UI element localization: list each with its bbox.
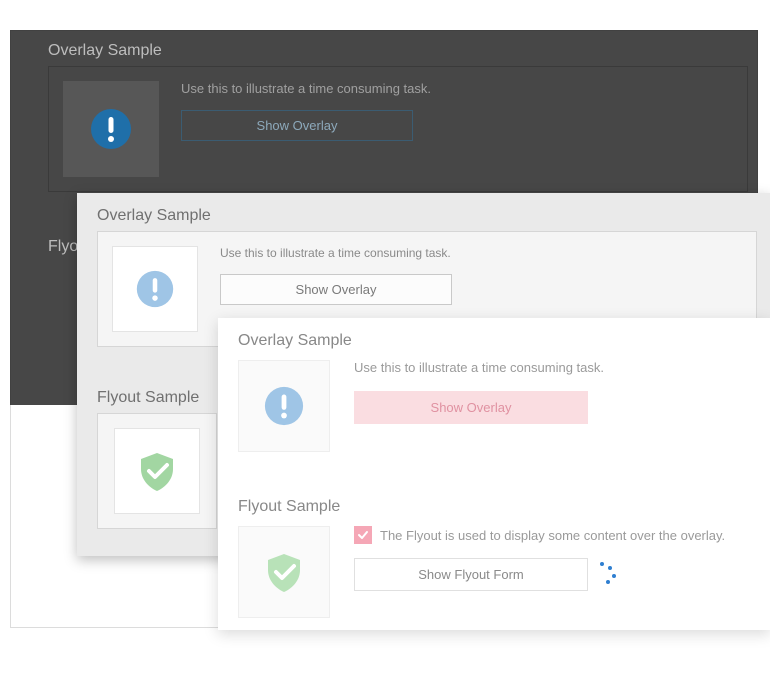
overlay-sample-title: Overlay Sample: [77, 193, 770, 225]
overlay-card-content: Use this to illustrate a time consuming …: [354, 360, 758, 452]
exclamation-thumb: [112, 246, 198, 332]
overlay-card-content: Use this to illustrate a time consuming …: [181, 81, 733, 177]
overlay-desc: Use this to illustrate a time consuming …: [220, 246, 742, 260]
flyout-checkbox-label: The Flyout is used to display some conte…: [380, 528, 725, 543]
flyout-checkbox-row: The Flyout is used to display some conte…: [354, 526, 758, 544]
flyout-sample-title: Flyout Sample: [218, 484, 770, 516]
exclamation-circle-icon: [89, 107, 133, 151]
flyout-card-content: The Flyout is used to display some conte…: [354, 526, 758, 591]
show-overlay-button[interactable]: Show Overlay: [220, 274, 452, 305]
exclamation-circle-icon: [135, 269, 175, 309]
show-flyout-form-button[interactable]: Show Flyout Form: [354, 558, 588, 591]
flyout-card: The Flyout is used to display some conte…: [238, 526, 758, 618]
overlay-card: Use this to illustrate a time consuming …: [238, 360, 758, 452]
overlay-desc: Use this to illustrate a time consuming …: [354, 360, 758, 375]
flyout-checkbox[interactable]: [354, 526, 372, 544]
loading-spinner-icon: [596, 560, 620, 584]
shield-check-icon: [262, 550, 306, 594]
overlay-sample-title: Overlay Sample: [218, 318, 770, 350]
show-overlay-button[interactable]: Show Overlay: [181, 110, 413, 141]
exclamation-thumb: [63, 81, 159, 177]
overlay-card: Use this to illustrate a time consuming …: [48, 66, 748, 192]
show-overlay-button[interactable]: Show Overlay: [354, 391, 588, 424]
overlay-desc: Use this to illustrate a time consuming …: [181, 81, 733, 96]
white-flyout-panel: Overlay Sample Use this to illustrate a …: [218, 318, 770, 630]
exclamation-thumb: [238, 360, 330, 452]
overlay-sample-title: Overlay Sample: [10, 30, 758, 60]
shield-thumb: [114, 428, 200, 514]
flyout-card: [97, 413, 217, 529]
exclamation-circle-icon: [263, 385, 305, 427]
shield-thumb: [238, 526, 330, 618]
check-icon: [357, 529, 369, 541]
shield-check-icon: [135, 449, 179, 493]
